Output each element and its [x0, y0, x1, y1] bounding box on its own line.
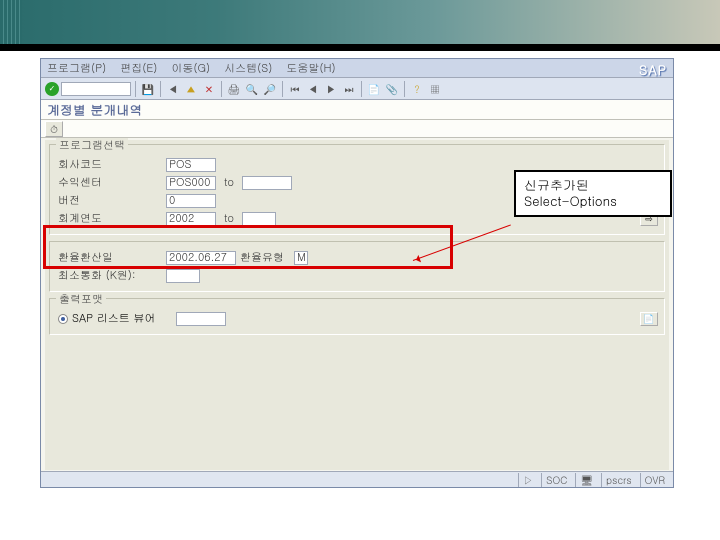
find-next-icon[interactable]: 🔎: [262, 81, 278, 97]
label-version: 버전: [58, 193, 162, 208]
label-fiscal-year: 회계연도: [58, 211, 162, 226]
slide-decorative-header: [0, 0, 720, 51]
annotation-line2: Select-Options: [524, 193, 662, 209]
toolbar-separator: [404, 81, 405, 97]
application-toolbar: ⏱: [41, 120, 673, 138]
status-host-icon: 🖥: [575, 473, 597, 487]
sap-gui-window: 프로그램(P) 편집(E) 이동(G) 시스템(S) 도움말(H) SAP ✓ …: [40, 58, 674, 488]
annotation-box: 신규추가된 Select-Options: [514, 170, 672, 217]
label-rate-type: 환율유형: [240, 250, 290, 265]
standard-toolbar: ✓ 💾 ◀ ▲ ✕ 🖨 🔍 🔎 ⏮ ◀ ▶ ⏭ 📄 📎 ? ▦: [41, 78, 673, 100]
exit-icon[interactable]: ▲: [183, 81, 199, 97]
input-fiscal-year-high[interactable]: [242, 212, 276, 226]
toolbar-separator: [282, 81, 283, 97]
group-title: 프로그램선택: [56, 138, 128, 153]
toolbar-separator: [160, 81, 161, 97]
menu-system[interactable]: 시스템(S): [224, 61, 272, 76]
status-client: pscrs: [601, 473, 636, 487]
status-insert-mode: OVR: [640, 473, 669, 487]
last-page-icon[interactable]: ⏭: [341, 81, 357, 97]
toolbar-separator: [361, 81, 362, 97]
execute-icon[interactable]: ⏱: [45, 121, 63, 137]
group-new-select-options: 환율환산일 2002.06.27 환율유형 M 최소통화 (K원):: [49, 241, 665, 292]
enter-icon[interactable]: ✓: [45, 82, 59, 96]
back-icon[interactable]: ◀: [165, 81, 181, 97]
input-profit-center-high[interactable]: [242, 176, 292, 190]
label-to: to: [220, 211, 238, 226]
label-company-code: 회사코드: [58, 157, 162, 172]
input-rate-type[interactable]: M: [294, 251, 308, 265]
cancel-icon[interactable]: ✕: [201, 81, 217, 97]
toolbar-separator: [135, 81, 136, 97]
first-page-icon[interactable]: ⏮: [287, 81, 303, 97]
input-min-currency[interactable]: [166, 269, 200, 283]
input-fiscal-year-low[interactable]: 2002: [166, 212, 216, 226]
input-version[interactable]: 0: [166, 194, 216, 208]
menu-help[interactable]: 도움말(H): [286, 61, 335, 76]
input-profit-center-low[interactable]: POS000: [166, 176, 216, 190]
menu-goto[interactable]: 이동(G): [171, 61, 210, 76]
shortcut-icon[interactable]: 📎: [384, 81, 400, 97]
label-sap-list-viewer: SAP 리스트 뷰어: [72, 311, 172, 326]
screen-title: 계정별 분개내역: [41, 100, 673, 120]
menubar: 프로그램(P) 편집(E) 이동(G) 시스템(S) 도움말(H) SAP: [41, 59, 673, 78]
new-session-icon[interactable]: 📄: [366, 81, 382, 97]
statusbar: ▷ SOC 🖥 pscrs OVR: [41, 471, 673, 487]
input-rate-date[interactable]: 2002.06.27: [166, 251, 236, 265]
label-rate-date: 환율환산일: [58, 250, 162, 265]
header-underline: [0, 44, 720, 51]
help-icon[interactable]: ?: [409, 81, 425, 97]
okcode-input[interactable]: [61, 82, 131, 96]
label-to: to: [220, 175, 238, 190]
group-output-format: 출력포맷 SAP 리스트 뷰어 📄: [49, 298, 665, 335]
status-arrow-icon[interactable]: ▷: [518, 473, 537, 487]
sap-logo: SAP: [639, 60, 667, 79]
find-icon[interactable]: 🔍: [244, 81, 260, 97]
menu-program[interactable]: 프로그램(P): [47, 61, 106, 76]
save-icon[interactable]: 💾: [140, 81, 156, 97]
group-title: 출력포맷: [56, 292, 106, 307]
menu-edit[interactable]: 편집(E): [120, 61, 157, 76]
prev-page-icon[interactable]: ◀: [305, 81, 321, 97]
input-layout-variant[interactable]: [176, 312, 226, 326]
status-system: SOC: [541, 473, 571, 487]
next-page-icon[interactable]: ▶: [323, 81, 339, 97]
toolbar-separator: [221, 81, 222, 97]
input-company-code[interactable]: POS: [166, 158, 216, 172]
radio-sap-list-viewer[interactable]: [58, 314, 68, 324]
layout-icon[interactable]: ▦: [427, 81, 443, 97]
label-profit-center: 수익센터: [58, 175, 162, 190]
print-icon[interactable]: 🖨: [226, 81, 242, 97]
label-min-currency: 최소통화 (K원):: [58, 268, 162, 283]
layout-search-button[interactable]: 📄: [640, 312, 658, 326]
